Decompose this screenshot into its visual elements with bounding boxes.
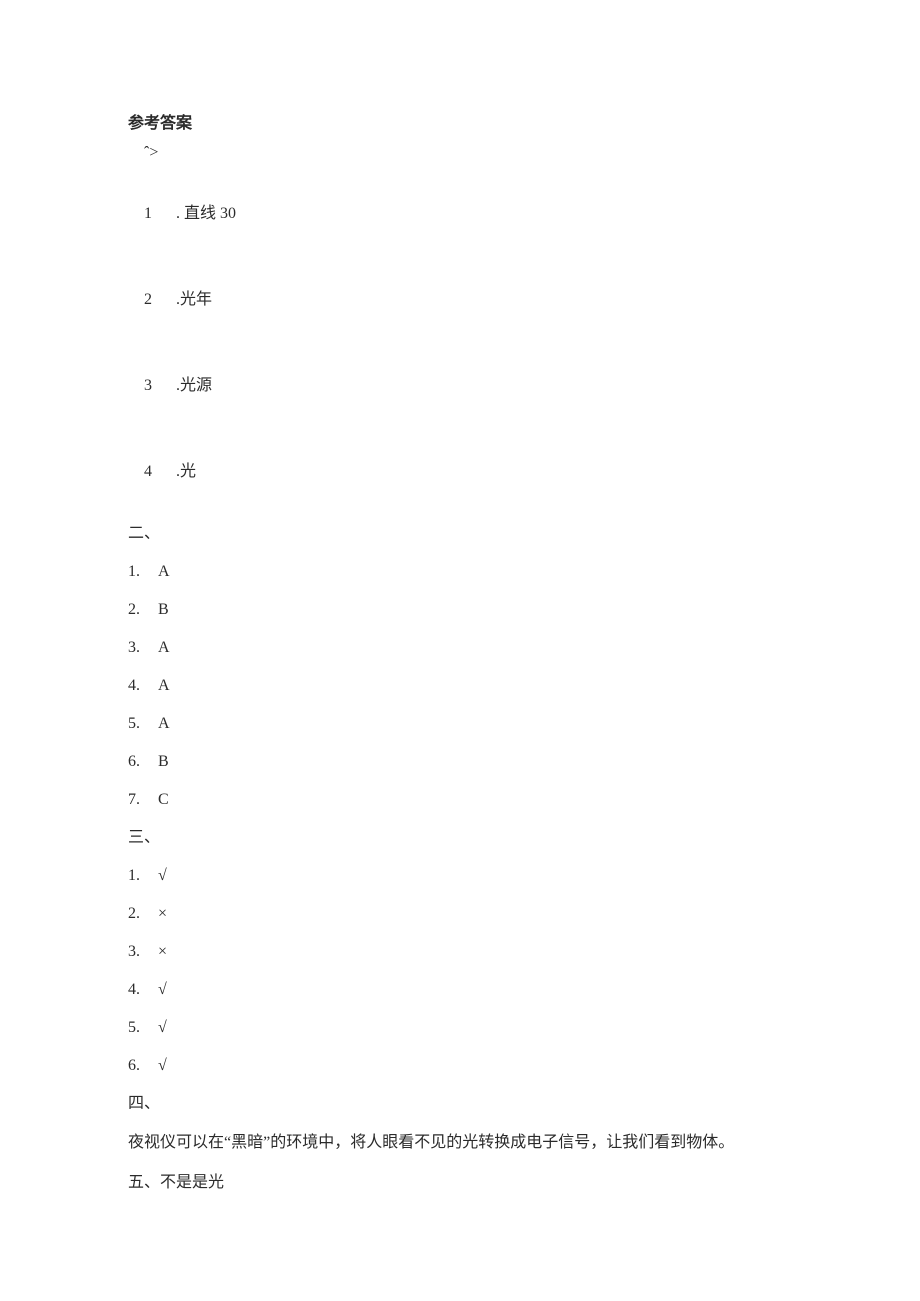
item-number: 2 [144, 288, 158, 312]
item-number: 1. [128, 563, 140, 580]
item-number: 5. [128, 1019, 140, 1036]
item-answer: √ [158, 1057, 167, 1074]
section-2-item-7: 7. C [128, 788, 792, 812]
answer-key-title: 参考答案 [128, 112, 792, 136]
section-2-item-2: 2. B [128, 598, 792, 622]
section-1-item-1: 1. 直线 30 [128, 178, 792, 250]
item-answer: A [158, 563, 170, 580]
section-3-item-2: 2. × [128, 902, 792, 926]
item-number: 6. [128, 753, 140, 770]
item-number: 3. [128, 943, 140, 960]
item-number: 4. [128, 981, 140, 998]
item-text: 光源 [180, 377, 212, 394]
section-2-item-6: 6. B [128, 750, 792, 774]
section-1-item-2: 2.光年 [128, 264, 792, 336]
item-number: 1. [128, 867, 140, 884]
item-answer: A [158, 715, 170, 732]
section-3-item-1: 1. √ [128, 864, 792, 888]
section-2-item-3: 3. A [128, 636, 792, 660]
item-number: 3. [128, 639, 140, 656]
item-number: 5. [128, 715, 140, 732]
document-page: 参考答案 ˆ> 1. 直线 30 2.光年 3.光源 4.光 二、 1.A 2.… [0, 0, 920, 1301]
item-answer: √ [158, 1019, 167, 1036]
item-answer: B [158, 601, 169, 618]
item-number: 4 [144, 460, 158, 484]
section-3-item-3: 3. × [128, 940, 792, 964]
section-2-label: 二、 [128, 522, 792, 546]
section-3-item-6: 6. √ [128, 1054, 792, 1078]
item-answer: B [158, 753, 169, 770]
section-2-item-1: 1. A [128, 560, 792, 584]
item-number: 7. [128, 791, 140, 808]
section-2-item-5: 5. A [128, 712, 792, 736]
section-3-label: 三、 [128, 826, 792, 850]
item-answer: C [158, 791, 169, 808]
item-answer: √ [158, 867, 167, 884]
item-answer: A [158, 639, 170, 656]
item-answer: × [158, 943, 167, 960]
item-text: 光年 [180, 291, 212, 308]
item-text: 直线 30 [184, 205, 236, 222]
item-text: 光 [180, 463, 196, 480]
item-number: 2. [128, 905, 140, 922]
section-2-item-4: 4. A [128, 674, 792, 698]
item-number: 1 [144, 202, 158, 226]
section-4-text: 夜视仪可以在“黑暗”的环境中，将人眼看不见的光转换成电子信号，让我们看到物体。 [128, 1130, 792, 1156]
item-answer: A [158, 677, 170, 694]
item-answer: √ [158, 981, 167, 998]
item-answer: × [158, 905, 167, 922]
section-1-item-3: 3.光源 [128, 350, 792, 422]
item-number: 6. [128, 1057, 140, 1074]
section-3-item-4: 4. √ [128, 978, 792, 1002]
section-3-item-5: 5. √ [128, 1016, 792, 1040]
item-number: 3 [144, 374, 158, 398]
section-4-label: 四、 [128, 1092, 792, 1116]
section-1-item-4: 4.光 [128, 436, 792, 508]
item-number: 2. [128, 601, 140, 618]
section-1-mark: ˆ> [128, 142, 792, 164]
item-number: 4. [128, 677, 140, 694]
section-5-text: 五、不是是光 [128, 1170, 792, 1196]
